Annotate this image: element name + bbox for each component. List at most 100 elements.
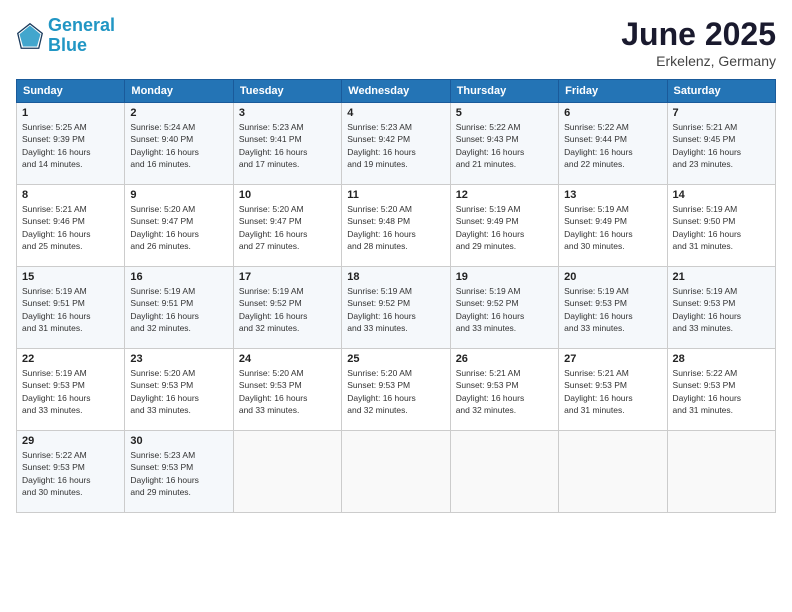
day-info: Sunrise: 5:21 AM Sunset: 9:53 PM Dayligh…: [456, 367, 553, 416]
col-wednesday: Wednesday: [342, 80, 450, 103]
calendar-body: 1 Sunrise: 5:25 AM Sunset: 9:39 PM Daylig…: [17, 103, 776, 513]
day-info: Sunrise: 5:21 AM Sunset: 9:53 PM Dayligh…: [564, 367, 661, 416]
day-info: Sunrise: 5:20 AM Sunset: 9:53 PM Dayligh…: [130, 367, 227, 416]
day-number: 17: [239, 271, 336, 283]
day-info: Sunrise: 5:25 AM Sunset: 9:39 PM Dayligh…: [22, 121, 119, 170]
day-info: Sunrise: 5:19 AM Sunset: 9:53 PM Dayligh…: [564, 285, 661, 334]
table-row: 28 Sunrise: 5:22 AM Sunset: 9:53 PM Dayli…: [667, 349, 775, 431]
day-number: 11: [347, 189, 444, 201]
table-row: 24 Sunrise: 5:20 AM Sunset: 9:53 PM Dayli…: [233, 349, 341, 431]
day-info: Sunrise: 5:19 AM Sunset: 9:49 PM Dayligh…: [564, 203, 661, 252]
title-block: June 2025 Erkelenz, Germany: [621, 16, 776, 69]
day-number: 18: [347, 271, 444, 283]
day-number: 7: [673, 107, 770, 119]
table-row: 29Sunrise: 5:22 AM Sunset: 9:53 PM Dayli…: [17, 431, 125, 513]
day-info: Sunrise: 5:20 AM Sunset: 9:47 PM Dayligh…: [130, 203, 227, 252]
col-sunday: Sunday: [17, 80, 125, 103]
calendar-week-row: 29Sunrise: 5:22 AM Sunset: 9:53 PM Dayli…: [17, 431, 776, 513]
table-row: 3 Sunrise: 5:23 AM Sunset: 9:41 PM Daylig…: [233, 103, 341, 185]
day-number: 16: [130, 271, 227, 283]
table-row: [667, 431, 775, 513]
day-number: 23: [130, 353, 227, 365]
day-info: Sunrise: 5:23 AM Sunset: 9:41 PM Dayligh…: [239, 121, 336, 170]
table-row: 17 Sunrise: 5:19 AM Sunset: 9:52 PM Dayli…: [233, 267, 341, 349]
table-row: 11 Sunrise: 5:20 AM Sunset: 9:48 PM Dayli…: [342, 185, 450, 267]
logo-blue: Blue: [48, 35, 87, 55]
table-row: 20Sunrise: 5:19 AM Sunset: 9:53 PM Dayli…: [559, 267, 667, 349]
day-number: 12: [456, 189, 553, 201]
calendar-week-row: 15 Sunrise: 5:19 AM Sunset: 9:51 PM Dayli…: [17, 267, 776, 349]
day-info: Sunrise: 5:22 AM Sunset: 9:44 PM Dayligh…: [564, 121, 661, 170]
day-number: 21: [673, 271, 770, 283]
day-number: 15: [22, 271, 119, 283]
table-row: 6 Sunrise: 5:22 AM Sunset: 9:44 PM Daylig…: [559, 103, 667, 185]
table-row: 26 Sunrise: 5:21 AM Sunset: 9:53 PM Dayli…: [450, 349, 558, 431]
day-info: Sunrise: 5:19 AM Sunset: 9:53 PM Dayligh…: [22, 367, 119, 416]
day-info: Sunrise: 5:23 AM Sunset: 9:53 PM Dayligh…: [130, 449, 227, 498]
table-row: 5Sunrise: 5:22 AM Sunset: 9:43 PM Daylig…: [450, 103, 558, 185]
day-info: Sunrise: 5:19 AM Sunset: 9:53 PM Dayligh…: [673, 285, 770, 334]
logo-general: General: [48, 15, 115, 35]
col-saturday: Saturday: [667, 80, 775, 103]
day-number: 26: [456, 353, 553, 365]
table-row: 9 Sunrise: 5:20 AM Sunset: 9:47 PM Daylig…: [125, 185, 233, 267]
table-row: [233, 431, 341, 513]
day-info: Sunrise: 5:20 AM Sunset: 9:53 PM Dayligh…: [239, 367, 336, 416]
table-row: [450, 431, 558, 513]
day-info: Sunrise: 5:21 AM Sunset: 9:45 PM Dayligh…: [673, 121, 770, 170]
day-number: 19: [456, 271, 553, 283]
day-number: 28: [673, 353, 770, 365]
day-info: Sunrise: 5:19 AM Sunset: 9:52 PM Dayligh…: [239, 285, 336, 334]
calendar-table: Sunday Monday Tuesday Wednesday Thursday…: [16, 79, 776, 513]
header: General Blue June 2025 Erkelenz, Germany: [16, 16, 776, 69]
day-number: 3: [239, 107, 336, 119]
table-row: 14 Sunrise: 5:19 AM Sunset: 9:50 PM Dayli…: [667, 185, 775, 267]
col-tuesday: Tuesday: [233, 80, 341, 103]
day-info: Sunrise: 5:19 AM Sunset: 9:52 PM Dayligh…: [347, 285, 444, 334]
table-row: 12Sunrise: 5:19 AM Sunset: 9:49 PM Dayli…: [450, 185, 558, 267]
page: General Blue June 2025 Erkelenz, Germany…: [0, 0, 792, 612]
day-info: Sunrise: 5:23 AM Sunset: 9:42 PM Dayligh…: [347, 121, 444, 170]
table-row: 13 Sunrise: 5:19 AM Sunset: 9:49 PM Dayli…: [559, 185, 667, 267]
day-number: 1: [22, 107, 119, 119]
table-row: 10 Sunrise: 5:20 AM Sunset: 9:47 PM Dayli…: [233, 185, 341, 267]
day-number: 24: [239, 353, 336, 365]
day-number: 22: [22, 353, 119, 365]
day-info: Sunrise: 5:22 AM Sunset: 9:53 PM Dayligh…: [673, 367, 770, 416]
day-number: 10: [239, 189, 336, 201]
table-row: 15Sunrise: 5:19 AM Sunset: 9:51 PM Dayli…: [17, 267, 125, 349]
table-row: 30Sunrise: 5:23 AM Sunset: 9:53 PM Dayli…: [125, 431, 233, 513]
table-row: [559, 431, 667, 513]
day-number: 6: [564, 107, 661, 119]
table-row: 1 Sunrise: 5:25 AM Sunset: 9:39 PM Daylig…: [17, 103, 125, 185]
table-row: 23 Sunrise: 5:20 AM Sunset: 9:53 PM Dayli…: [125, 349, 233, 431]
day-info: Sunrise: 5:21 AM Sunset: 9:46 PM Dayligh…: [22, 203, 119, 252]
table-row: 4Sunrise: 5:23 AM Sunset: 9:42 PM Daylig…: [342, 103, 450, 185]
day-number: 27: [564, 353, 661, 365]
day-number: 9: [130, 189, 227, 201]
table-row: 18 Sunrise: 5:19 AM Sunset: 9:52 PM Dayli…: [342, 267, 450, 349]
table-row: 25Sunrise: 5:20 AM Sunset: 9:53 PM Dayli…: [342, 349, 450, 431]
day-number: 5: [456, 107, 553, 119]
day-info: Sunrise: 5:20 AM Sunset: 9:48 PM Dayligh…: [347, 203, 444, 252]
calendar-week-row: 8 Sunrise: 5:21 AM Sunset: 9:46 PM Daylig…: [17, 185, 776, 267]
day-info: Sunrise: 5:24 AM Sunset: 9:40 PM Dayligh…: [130, 121, 227, 170]
logo-text: General Blue: [48, 16, 115, 56]
table-row: 19Sunrise: 5:19 AM Sunset: 9:52 PM Dayli…: [450, 267, 558, 349]
day-info: Sunrise: 5:19 AM Sunset: 9:51 PM Dayligh…: [130, 285, 227, 334]
table-row: 8 Sunrise: 5:21 AM Sunset: 9:46 PM Daylig…: [17, 185, 125, 267]
logo-icon: [16, 22, 44, 50]
day-number: 8: [22, 189, 119, 201]
table-row: 21 Sunrise: 5:19 AM Sunset: 9:53 PM Dayli…: [667, 267, 775, 349]
month-title: June 2025: [621, 16, 776, 53]
col-monday: Monday: [125, 80, 233, 103]
day-number: 13: [564, 189, 661, 201]
day-info: Sunrise: 5:20 AM Sunset: 9:47 PM Dayligh…: [239, 203, 336, 252]
table-row: [342, 431, 450, 513]
logo: General Blue: [16, 16, 115, 56]
day-number: 14: [673, 189, 770, 201]
day-info: Sunrise: 5:19 AM Sunset: 9:50 PM Dayligh…: [673, 203, 770, 252]
calendar-week-row: 22 Sunrise: 5:19 AM Sunset: 9:53 PM Dayli…: [17, 349, 776, 431]
day-number: 25: [347, 353, 444, 365]
calendar-week-row: 1 Sunrise: 5:25 AM Sunset: 9:39 PM Daylig…: [17, 103, 776, 185]
